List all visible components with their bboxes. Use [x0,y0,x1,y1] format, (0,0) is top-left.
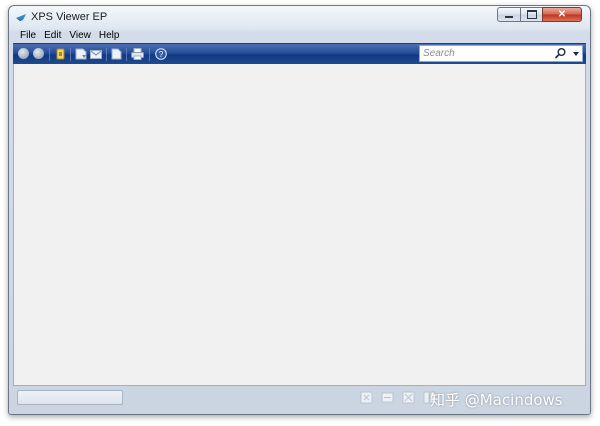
app-window: XPS Viewer EP ✕ File Edit View Help ? Se… [8,5,591,415]
minimize-icon [505,16,513,18]
close-button[interactable]: ✕ [542,7,582,22]
menu-help[interactable]: Help [96,30,125,41]
fit-width-icon[interactable] [381,391,394,404]
search-options-dropdown[interactable] [573,52,579,56]
maximize-button[interactable] [520,7,542,22]
fit-page-icon[interactable] [360,391,373,404]
search-icon[interactable] [554,47,567,60]
maximize-icon [526,10,537,19]
help-icon[interactable]: ? [155,48,167,60]
status-field [17,390,123,405]
menu-edit[interactable]: Edit [41,30,66,41]
minimize-button[interactable] [497,7,520,22]
search-box [419,45,583,62]
toolbar-separator [49,48,50,61]
title-bar[interactable]: XPS Viewer EP ✕ [9,6,590,28]
print-icon[interactable] [131,48,144,60]
menu-file[interactable]: File [17,30,41,41]
watermark-text: 知乎 @Macindows [430,391,563,409]
toolbar-separator [70,48,71,61]
document-area[interactable] [13,64,586,386]
window-controls: ✕ [497,7,582,22]
xps-app-icon [16,14,26,21]
back-icon[interactable] [18,48,29,59]
close-icon: ✕ [557,8,567,20]
forward-icon[interactable] [33,48,44,59]
toolbar-separator [126,48,127,61]
save-icon[interactable] [75,48,87,60]
window-title: XPS Viewer EP [31,11,108,23]
menu-view[interactable]: View [66,30,96,41]
signatures-icon[interactable] [111,48,122,60]
svg-text:?: ? [159,50,164,59]
toolbar-separator [149,48,150,61]
toolbar: ? [13,43,586,64]
full-screen-icon[interactable] [402,391,415,404]
permissions-icon[interactable] [55,48,66,60]
menu-bar: File Edit View Help [13,28,586,42]
search-input[interactable] [420,46,551,61]
toolbar-separator [106,48,107,61]
email-icon[interactable] [90,48,102,60]
